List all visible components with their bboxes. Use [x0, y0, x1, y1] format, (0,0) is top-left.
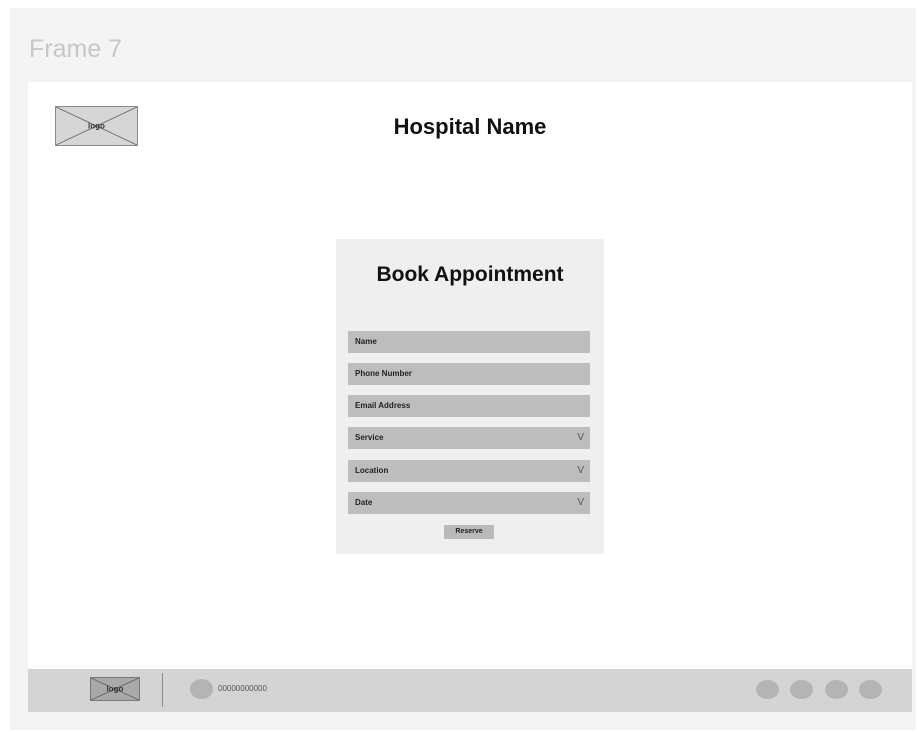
footer: logo 00000000000	[28, 669, 912, 712]
hospital-name-title: Hospital Name	[393, 114, 547, 139]
chevron-down-icon: V	[577, 432, 584, 443]
date-select[interactable]: Date V	[348, 492, 590, 514]
email-address-field[interactable]: Email Address	[348, 395, 590, 417]
name-field-label: Name	[355, 337, 377, 346]
phone-number-field-label: Phone Number	[355, 369, 412, 378]
name-field[interactable]: Name	[348, 331, 590, 353]
date-select-label: Date	[355, 498, 373, 507]
phone-number-field[interactable]: Phone Number	[348, 363, 590, 385]
phone-number: 00000000000	[218, 684, 267, 693]
location-select[interactable]: Location V	[348, 460, 590, 482]
wireframe-page: logo Hospital Name Book Appointment Name…	[28, 82, 912, 712]
footer-logo-text: logo	[106, 684, 124, 694]
social-icon-2[interactable]	[790, 680, 813, 699]
frame-label: Frame 7	[29, 35, 123, 63]
phone-icon	[190, 679, 213, 699]
chevron-down-icon: V	[577, 465, 584, 476]
appointment-card: Book Appointment Name Phone Number Email…	[336, 239, 604, 554]
footer-logo-placeholder[interactable]: logo	[90, 677, 140, 701]
chevron-down-icon: V	[577, 497, 584, 508]
service-select-label: Service	[355, 433, 384, 442]
service-select[interactable]: Service V	[348, 427, 590, 449]
social-icon-4[interactable]	[859, 680, 882, 699]
footer-divider	[162, 673, 163, 707]
reserve-button[interactable]: Reserve	[444, 525, 494, 539]
email-address-field-label: Email Address	[355, 401, 411, 410]
social-icon-1[interactable]	[756, 680, 779, 699]
social-icon-3[interactable]	[825, 680, 848, 699]
location-select-label: Location	[355, 466, 389, 475]
book-appointment-title: Book Appointment	[376, 263, 564, 286]
